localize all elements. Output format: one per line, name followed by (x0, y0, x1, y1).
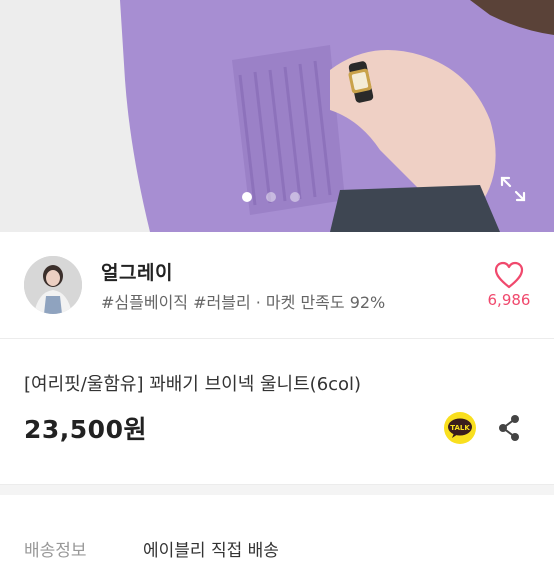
carousel-dot-active[interactable] (242, 192, 252, 202)
expand-icon[interactable] (500, 176, 526, 202)
product-title: [여리핏/울함유] 꽈배기 브이넥 울니트(6col) (24, 374, 362, 395)
heart-icon[interactable] (494, 261, 524, 289)
share-icon[interactable] (496, 414, 522, 442)
seller-name[interactable]: 얼그레이 (101, 258, 173, 285)
seller-section (0, 232, 554, 339)
section-divider (0, 484, 554, 495)
carousel-dot[interactable] (266, 192, 276, 202)
shipping-value: 에이블리 직접 배송 (143, 541, 279, 561)
kakao-talk-icon[interactable]: TALK (444, 412, 476, 444)
product-hero-image[interactable] (0, 0, 554, 232)
shipping-label: 배송정보 (24, 541, 87, 561)
kakao-talk-label: TALK (450, 424, 470, 432)
seller-tags: #심플베이직 #러블리 · 마켓 만족도 92% (101, 293, 386, 312)
carousel-dot[interactable] (290, 192, 300, 202)
carousel-indicator (242, 192, 300, 202)
product-price: 23,500원 (24, 415, 147, 444)
seller-avatar[interactable] (24, 256, 82, 314)
like-count: 6,986 (487, 291, 531, 309)
